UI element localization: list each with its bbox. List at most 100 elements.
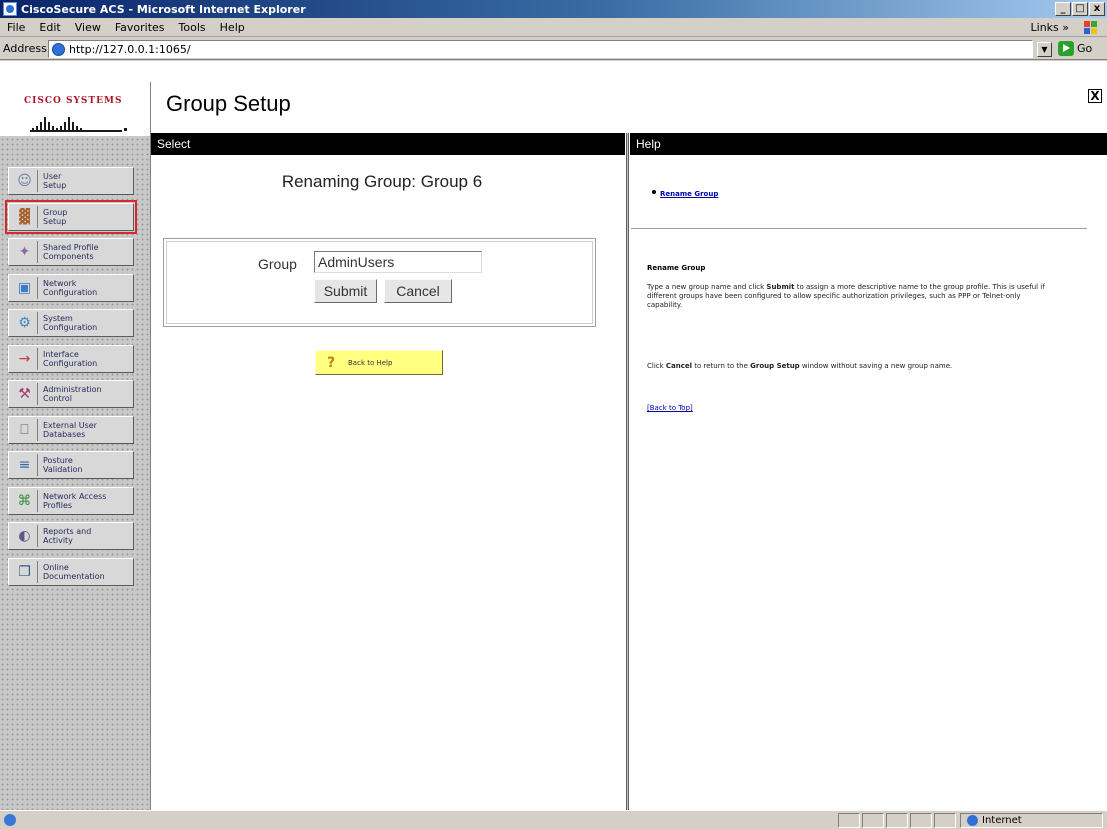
links-toolbar[interactable]: Links » <box>1031 21 1069 34</box>
nav-label-line2: Components <box>43 252 94 261</box>
cisco-logo-icon <box>30 117 127 132</box>
nav-button-group-setup[interactable]: ▓ Group Setup <box>5 200 137 234</box>
go-label: Go <box>1077 42 1093 55</box>
nav-button-system-config[interactable]: ⚙ System Configuration <box>8 309 134 337</box>
menu-file[interactable]: File <box>0 21 32 34</box>
external-db-icon: ⎕ <box>12 419 38 441</box>
group-name-input[interactable] <box>314 251 482 273</box>
menu-view[interactable]: View <box>68 21 108 34</box>
frame-divider[interactable] <box>626 133 629 810</box>
reports-icon: ◐ <box>12 525 38 547</box>
menu-tools[interactable]: Tools <box>172 21 213 34</box>
menu-favorites[interactable]: Favorites <box>108 21 172 34</box>
cancel-button[interactable]: Cancel <box>384 279 452 303</box>
nav-label-line2: Configuration <box>43 359 98 368</box>
nav-button-label: Administration Control <box>38 385 102 403</box>
nav-button-network-config[interactable]: ▣ Network Configuration <box>8 274 134 302</box>
nav-label-line1: Shared Profile <box>43 243 99 252</box>
posture-icon: ≡ <box>12 454 38 476</box>
page-icon <box>52 42 65 56</box>
nav-label-line1: System <box>43 314 73 323</box>
nav-label-line2: Control <box>43 394 72 403</box>
ie-app-icon <box>3 2 17 16</box>
help-heading: Rename Group <box>647 264 706 272</box>
nav-label-line2: Activity <box>43 536 73 545</box>
system-config-icon: ⚙ <box>12 312 38 334</box>
nav-button-label: Shared Profile Components <box>38 243 99 261</box>
back-to-top-link[interactable]: [Back to Top] <box>647 404 693 412</box>
nav-button-admin-control[interactable]: ⚒ Administration Control <box>8 380 134 408</box>
nav-button-interface-config[interactable]: → Interface Configuration <box>8 345 134 373</box>
nav-label-line1: Interface <box>43 350 79 359</box>
address-label: Address <box>3 42 47 55</box>
window-title: CiscoSecure ACS - Microsoft Internet Exp… <box>21 2 306 16</box>
close-window-button[interactable]: x <box>1089 2 1105 16</box>
nav-button-label: External User Databases <box>38 421 97 439</box>
minimize-button[interactable]: _ <box>1055 2 1071 16</box>
rename-group-link[interactable]: Rename Group <box>660 190 718 198</box>
menu-help[interactable]: Help <box>213 21 252 34</box>
go-arrow-icon <box>1058 41 1074 56</box>
menu-bar: File Edit View Favorites Tools Help Link… <box>0 18 1107 37</box>
nav-button-network-access[interactable]: ⌘ Network Access Profiles <box>8 487 134 515</box>
close-frame-button[interactable]: X <box>1088 89 1102 103</box>
page-title: Group Setup <box>166 91 291 116</box>
nav-button-user-setup[interactable]: ☺ User Setup <box>8 167 134 195</box>
back-to-help-button[interactable]: ? Back to Help <box>315 350 443 375</box>
status-cell <box>934 813 956 828</box>
nav-button-label: Interface Configuration <box>38 350 97 368</box>
question-mark-icon: ? <box>326 354 336 371</box>
bullet-icon <box>652 190 656 194</box>
globe-icon <box>967 815 978 826</box>
nav-label-line2: Configuration <box>43 323 98 332</box>
nav-label-line1: Posture <box>43 456 73 465</box>
help-divider <box>631 228 1087 230</box>
documentation-icon: ❐ <box>12 561 38 583</box>
nav-label-line2: Databases <box>43 430 86 439</box>
nav-label-line1: Reports and <box>43 527 92 536</box>
nav-label-line2: Setup <box>43 217 67 226</box>
nav-label-line2: Configuration <box>43 288 98 297</box>
help-paragraph-submit: Type a new group name and click Submit t… <box>647 283 1045 309</box>
nav-label-line1: User <box>43 172 62 181</box>
address-dropdown-button[interactable]: ▼ <box>1037 42 1052 57</box>
nav-button-label: Posture Validation <box>38 456 83 474</box>
windows-logo-icon <box>1084 21 1097 34</box>
user-setup-icon: ☺ <box>12 170 38 192</box>
nav-button-reports[interactable]: ◐ Reports and Activity <box>8 522 134 550</box>
status-cell <box>838 813 860 828</box>
network-config-icon: ▣ <box>12 277 38 299</box>
nav-button-label: Reports and Activity <box>38 527 91 545</box>
nav-label-line1: External User <box>43 421 97 430</box>
nav-button-label: User Setup <box>38 172 66 190</box>
nav-button-shared-profile[interactable]: ✦ Shared Profile Components <box>8 238 134 266</box>
nav-button-posture[interactable]: ≡ Posture Validation <box>8 451 134 479</box>
nav-label-line2: Setup <box>43 181 67 190</box>
address-input[interactable]: http://127.0.0.1:1065/ <box>48 40 1033 58</box>
window-title-bar: CiscoSecure ACS - Microsoft Internet Exp… <box>0 0 1107 18</box>
nav-label-line1: Online <box>43 563 69 572</box>
status-cell <box>910 813 932 828</box>
back-to-help-label: Back to Help <box>348 358 393 367</box>
nav-button-documentation[interactable]: ❐ Online Documentation <box>8 558 134 586</box>
menu-edit[interactable]: Edit <box>32 21 67 34</box>
status-cell <box>886 813 908 828</box>
help-paragraph-cancel: Click Cancel to return to the Group Setu… <box>647 362 953 370</box>
status-bar: Internet <box>0 810 1107 829</box>
nav-label-line2: Profiles <box>43 501 73 510</box>
nav-button-label: Group Setup <box>38 208 67 226</box>
nav-button-external-db[interactable]: ⎕ External User Databases <box>8 416 134 444</box>
network-access-icon: ⌘ <box>12 490 38 512</box>
address-url: http://127.0.0.1:1065/ <box>69 42 191 56</box>
nav-label-line1: Network <box>43 279 77 288</box>
maximize-button[interactable]: □ <box>1072 2 1088 16</box>
group-label: Group <box>258 256 297 272</box>
shared-profile-icon: ✦ <box>12 241 38 263</box>
renaming-heading: Renaming Group: Group 6 <box>281 172 483 191</box>
go-button[interactable]: Go <box>1058 41 1092 56</box>
submit-button[interactable]: Submit <box>314 279 377 303</box>
nav-button-label: Network Configuration <box>38 279 97 297</box>
select-panel-header: Select <box>151 133 625 155</box>
address-bar: Address http://127.0.0.1:1065/ ▼ Go <box>0 38 1107 60</box>
nav-label-line1: Group <box>43 208 68 217</box>
